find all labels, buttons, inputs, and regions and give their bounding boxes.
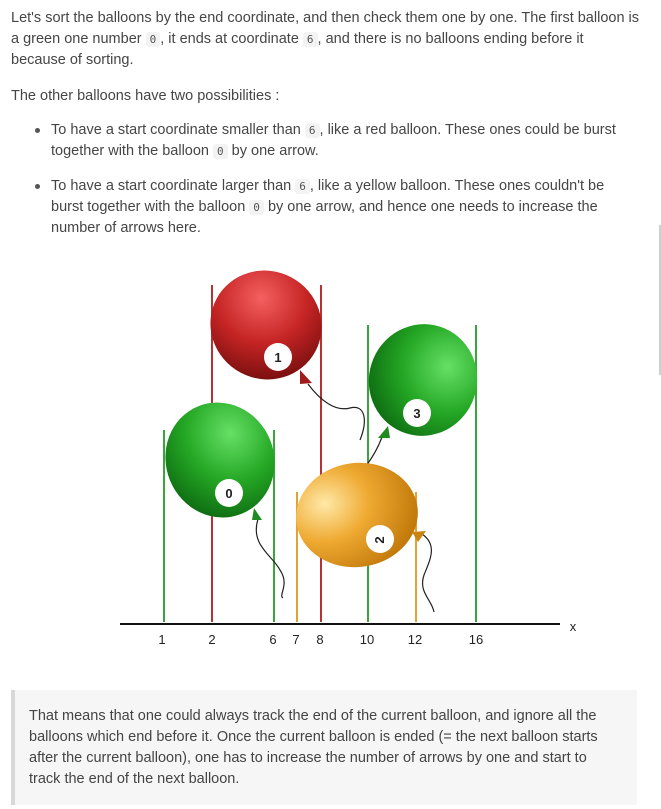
inline-code: 0 — [145, 32, 161, 47]
list-item: To have a start coordinate larger than 6… — [0, 176, 626, 239]
inline-code: 0 — [213, 144, 228, 159]
tick-label: 2 — [208, 632, 215, 647]
tick-label: 1 — [158, 632, 165, 647]
possibilities-list: To have a start coordinate smaller than … — [0, 120, 626, 253]
balloons-diagram: 0 1 3 2 x 1 2 6 7 8 10 12 16 — [120, 270, 577, 647]
inline-code: 6 — [304, 123, 320, 138]
possibilities-paragraph: The other balloons have two possibilitie… — [11, 88, 280, 104]
tick-label: 16 — [469, 632, 483, 647]
balloon-string — [307, 383, 365, 441]
balloon-label: 3 — [413, 406, 420, 421]
intro-paragraph: Let's sort the balloons by the end coord… — [11, 8, 641, 71]
tick-label: 8 — [316, 632, 323, 647]
balloon-string — [421, 533, 435, 613]
balloon-3: 3 — [368, 324, 478, 438]
tick-label: 10 — [360, 632, 374, 647]
inline-code: 0 — [249, 200, 264, 215]
summary-blockquote: That means that one could always track t… — [11, 690, 637, 805]
summary-text: That means that one could always track t… — [29, 708, 598, 787]
text: To have a start coordinate smaller than — [51, 122, 305, 138]
tick-label: 7 — [292, 632, 299, 647]
balloon-1: 1 — [210, 270, 322, 384]
balloon-0: 0 — [165, 402, 275, 520]
text: To have a start coordinate larger than — [51, 178, 296, 194]
tick-label: 12 — [408, 632, 422, 647]
list-item: To have a start coordinate smaller than … — [0, 120, 626, 162]
text: , it ends at coordinate — [160, 31, 303, 47]
balloon-2: 2 — [296, 462, 426, 568]
axis-label: x — [570, 619, 577, 634]
inline-code: 6 — [302, 32, 318, 47]
balloon-string — [255, 518, 285, 599]
balloon-label: 2 — [372, 536, 387, 543]
text: by one arrow. — [227, 143, 319, 159]
balloon-label: 1 — [274, 350, 281, 365]
tick-label: 6 — [269, 632, 276, 647]
inline-code: 6 — [295, 179, 310, 194]
balloon-label: 0 — [225, 486, 232, 501]
